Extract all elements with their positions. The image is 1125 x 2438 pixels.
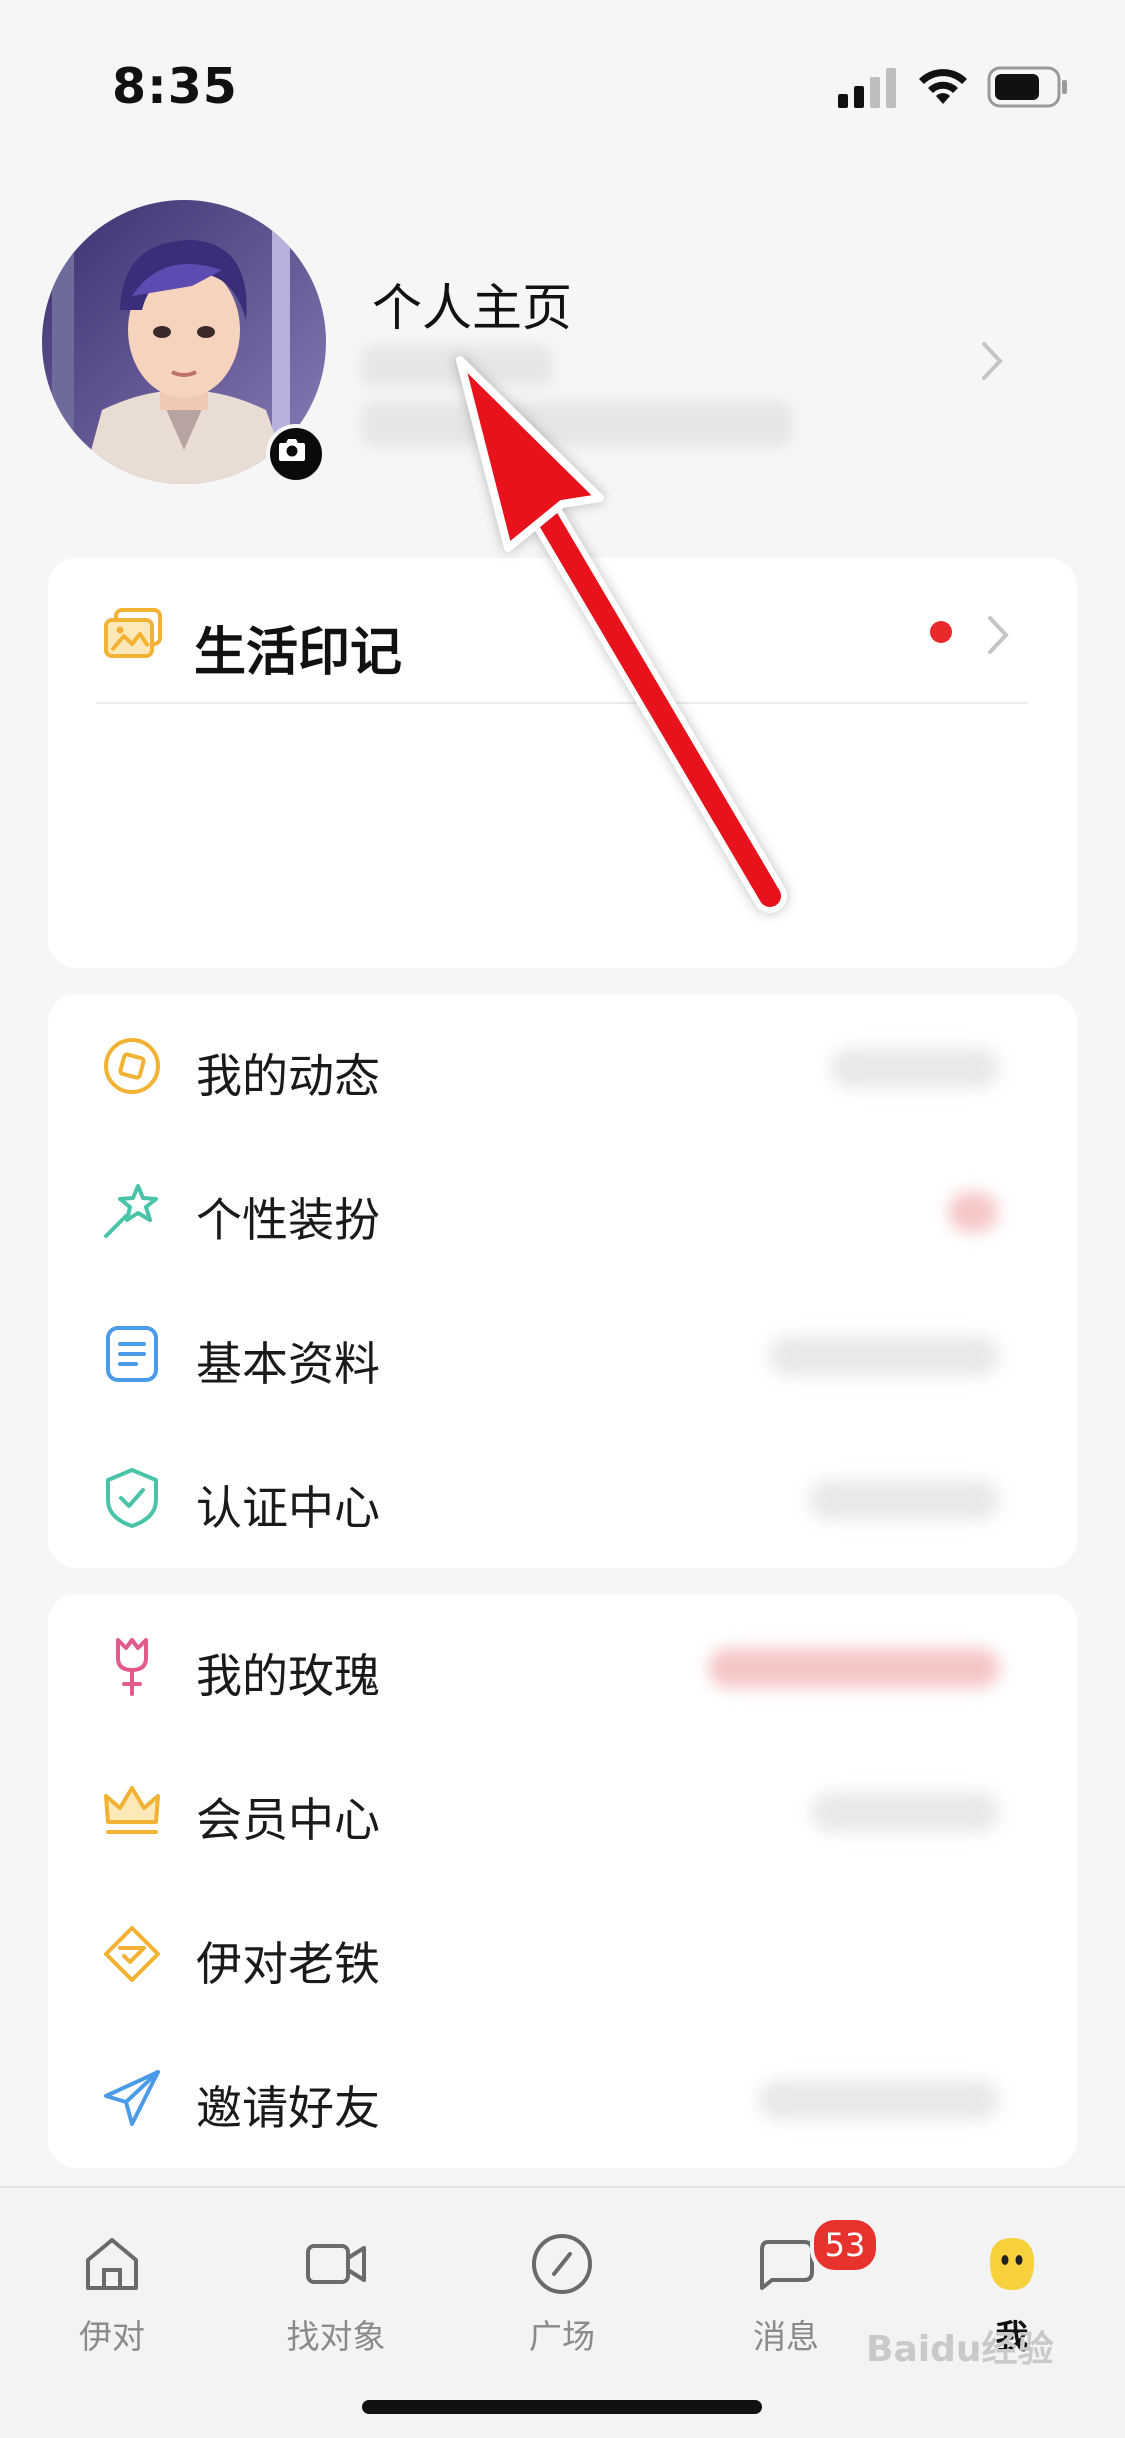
blurred-value xyxy=(808,1480,1000,1520)
blurred-value xyxy=(708,1648,1000,1688)
menu-item-membership-center[interactable]: 会员中心 xyxy=(48,1738,1077,1882)
menu-item-my-roses[interactable]: 我的玫瑰 xyxy=(48,1594,1077,1738)
chat-bubble-icon xyxy=(760,2240,814,2290)
tab-messages[interactable]: 53 消息 xyxy=(706,2208,880,2368)
menu-group-2: 我的玫瑰 会员中心 伊对老铁 邀请好友 xyxy=(48,1594,1077,2168)
cellular-signal-icon xyxy=(838,68,896,108)
change-avatar-button[interactable] xyxy=(266,424,326,484)
life-moments-row[interactable]: 生活印记 xyxy=(48,558,1077,704)
chevron-right-icon[interactable] xyxy=(978,338,1008,384)
unread-count-badge: 53 xyxy=(810,2216,880,2274)
tab-label: 伊对 xyxy=(79,2317,145,2356)
video-camera-icon xyxy=(306,2244,366,2284)
home-icon xyxy=(86,2238,138,2290)
rose-icon xyxy=(116,1638,148,1696)
tab-label: 找对象 xyxy=(286,2317,386,2356)
chevron-right-icon xyxy=(988,616,1009,654)
blurred-user-bio xyxy=(362,402,792,446)
menu-item-yidui-buddies[interactable]: 伊对老铁 xyxy=(48,1882,1077,2026)
life-moments-card: 生活印记 xyxy=(48,558,1077,968)
menu-item-personal-dressup[interactable]: 个性装扮 xyxy=(48,1138,1077,1282)
face-avatar-icon xyxy=(990,2238,1034,2290)
tab-label: 消息 xyxy=(753,2317,819,2356)
menu-label: 个性装扮 xyxy=(196,1193,380,1247)
compass-icon xyxy=(532,2234,592,2294)
photo-album-icon xyxy=(104,608,162,658)
magic-wand-icon xyxy=(104,1184,158,1238)
menu-label: 我的玫瑰 xyxy=(196,1649,380,1703)
camera-icon xyxy=(279,439,305,461)
menu-label: 我的动态 xyxy=(196,1049,380,1103)
blurred-user-id xyxy=(362,346,552,386)
notification-dot xyxy=(930,621,952,643)
tab-yidui[interactable]: 伊对 xyxy=(32,2208,192,2368)
blurred-value xyxy=(758,2080,1000,2120)
menu-label: 会员中心 xyxy=(196,1793,380,1847)
tab-find-partner[interactable]: 找对象 xyxy=(256,2208,416,2368)
menu-item-verification-center[interactable]: 认证中心 xyxy=(48,1426,1077,1570)
battery-icon xyxy=(987,66,1067,108)
paper-plane-icon xyxy=(104,2070,160,2126)
crown-icon xyxy=(104,1786,160,1834)
menu-group-1: 我的动态 个性装扮 基本资料 认证中心 xyxy=(48,994,1077,1568)
blurred-value xyxy=(948,1192,998,1232)
status-bar: 8:35 xyxy=(0,0,1125,130)
watermark: Baidu经验 xyxy=(866,2329,1054,2370)
menu-label: 认证中心 xyxy=(196,1481,380,1535)
menu-item-invite-friends[interactable]: 邀请好友 xyxy=(48,2026,1077,2170)
divider xyxy=(96,702,1028,704)
blurred-value xyxy=(830,1048,1000,1088)
menu-label: 伊对老铁 xyxy=(196,1937,380,1991)
tab-label: 广场 xyxy=(529,2317,595,2356)
shield-check-icon xyxy=(106,1468,158,1528)
profile-homepage-title[interactable]: 个人主页 xyxy=(372,268,572,340)
diamond-check-icon xyxy=(104,1926,160,1982)
compass-icon xyxy=(104,1038,160,1094)
menu-label: 基本资料 xyxy=(196,1337,380,1391)
tab-plaza[interactable]: 广场 xyxy=(482,2208,642,2368)
blurred-value xyxy=(768,1336,1000,1376)
document-icon xyxy=(106,1326,158,1382)
status-time: 8:35 xyxy=(112,58,238,115)
wifi-icon xyxy=(919,69,967,104)
home-indicator[interactable] xyxy=(362,2400,762,2414)
menu-item-basic-profile[interactable]: 基本资料 xyxy=(48,1282,1077,1426)
menu-label: 邀请好友 xyxy=(196,2081,380,2135)
blurred-value xyxy=(810,1792,1000,1832)
menu-item-my-moments[interactable]: 我的动态 xyxy=(48,994,1077,1138)
life-moments-title: 生活印记 xyxy=(194,623,403,683)
